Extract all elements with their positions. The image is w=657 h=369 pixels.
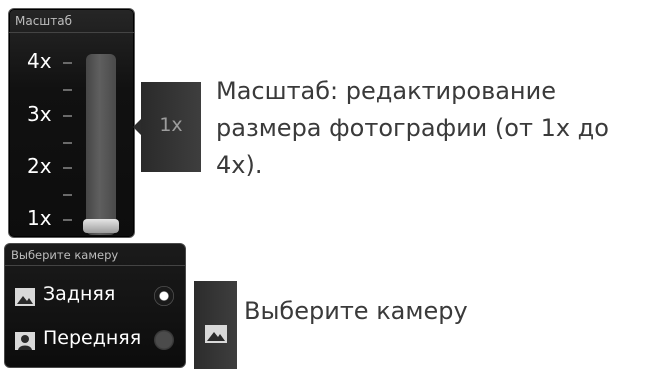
zoom-callout-line2: размера фотографии (от 1x до [216, 114, 609, 142]
zoom-level-2x[interactable]: 2x [27, 154, 52, 178]
zoom-value-button[interactable]: 1x [141, 82, 201, 172]
zoom-tick [63, 89, 72, 91]
portrait-icon [15, 332, 35, 350]
radio-selected[interactable] [154, 286, 174, 306]
camera-option-label: Передняя [43, 327, 142, 349]
landscape-icon [205, 325, 227, 343]
zoom-panel: Масштаб 4x 3x 2x 1x [8, 8, 135, 238]
camera-option-rear[interactable]: Задняя [5, 280, 185, 314]
zoom-slider-track[interactable] [86, 54, 116, 235]
camera-panel: Выберите камеру Задняя Передняя [4, 243, 186, 368]
zoom-callout-line1: Масштаб: редактирование [216, 77, 556, 105]
zoom-tick [63, 167, 72, 169]
radio-unselected[interactable] [154, 330, 174, 350]
zoom-level-3x[interactable]: 3x [27, 102, 52, 126]
zoom-tick [63, 62, 72, 64]
zoom-level-1x[interactable]: 1x [27, 206, 52, 230]
camera-option-front[interactable]: Передняя [5, 324, 185, 358]
camera-switch-button[interactable] [194, 281, 237, 369]
camera-callout: Выберите камеру [244, 297, 468, 325]
zoom-tick [63, 142, 72, 144]
zoom-level-4x[interactable]: 4x [27, 49, 52, 73]
zoom-tick [63, 219, 72, 221]
zoom-tick [63, 115, 72, 117]
camera-option-label: Задняя [43, 283, 116, 305]
camera-panel-title: Выберите камеру [5, 244, 185, 266]
zoom-panel-title: Масштаб [9, 9, 134, 33]
zoom-slider-thumb[interactable] [83, 219, 119, 233]
zoom-value-label: 1x [159, 114, 183, 136]
zoom-tick [63, 194, 72, 196]
zoom-callout-line3: 4x). [216, 151, 263, 179]
landscape-icon [15, 288, 35, 306]
